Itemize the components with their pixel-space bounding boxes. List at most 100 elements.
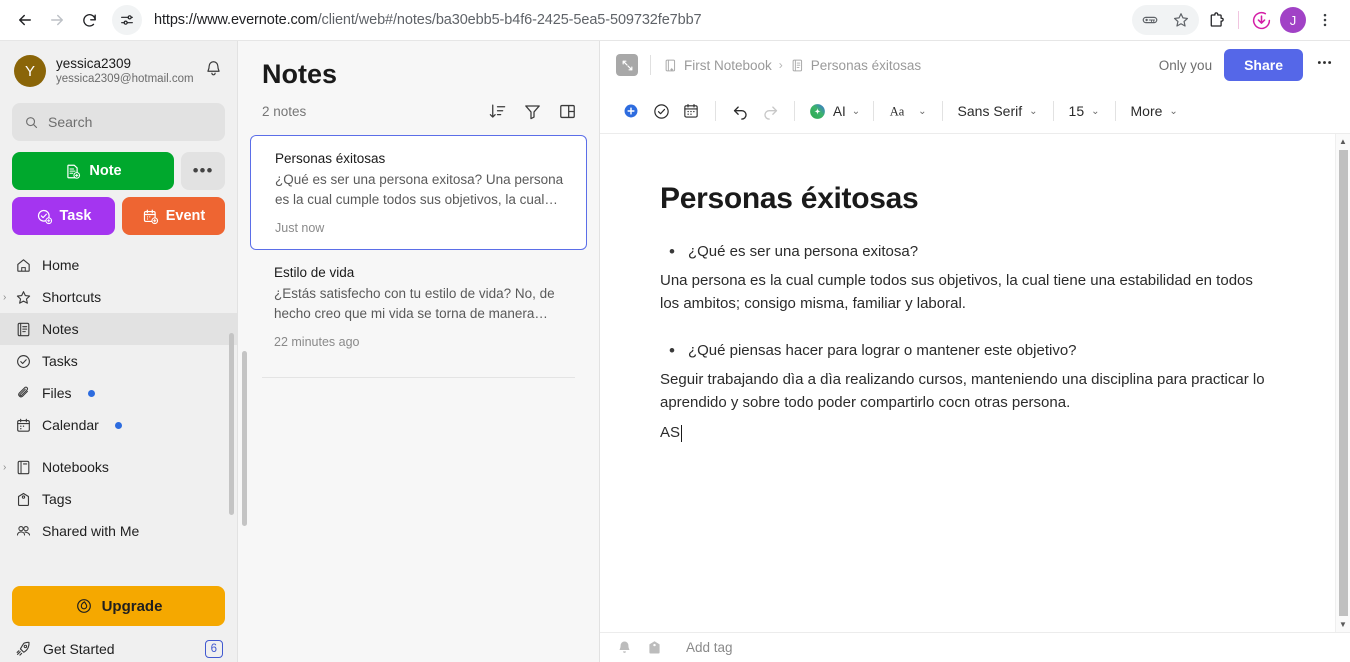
downloads-button[interactable]: [1246, 5, 1276, 35]
note-options-button[interactable]: •••: [181, 152, 225, 190]
note-paragraph[interactable]: Una persona es la cual cumple todos sus …: [660, 270, 1275, 315]
note-list-scrollbar[interactable]: [242, 351, 247, 526]
event-calendar-icon: [143, 209, 158, 224]
note-card-selected[interactable]: Personas éxitosas ¿Qué es ser una person…: [250, 135, 587, 250]
note-card-title: Personas éxitosas: [275, 151, 386, 166]
get-started-row[interactable]: Get Started 6: [12, 635, 225, 662]
back-arrow-icon: [19, 14, 31, 26]
breadcrumb-note[interactable]: Personas éxitosas: [790, 58, 921, 73]
sidebar-item-label: Shared with Me: [42, 523, 140, 539]
note-content[interactable]: Personas éxitosas • ¿Qué es ser una pers…: [600, 134, 1335, 632]
share-button[interactable]: Share: [1224, 49, 1303, 81]
note-card-excerpt: ¿Estás satisfecho con tu estilo de vida?…: [274, 286, 555, 321]
more-formatting-button[interactable]: More ⌄: [1125, 96, 1184, 126]
bookmark-button[interactable]: [1166, 5, 1196, 35]
share-label: Share: [1244, 57, 1283, 73]
site-settings-icon: [121, 15, 133, 25]
scroll-down-arrow-icon[interactable]: ▼: [1339, 617, 1347, 632]
new-event-button[interactable]: Event: [122, 197, 225, 235]
note-bullet-text: ¿Qué es ser una persona exitosa?: [687, 243, 919, 260]
note-editor: First Notebook › Personas éxitosas Only …: [600, 41, 1350, 662]
editor-header: First Notebook › Personas éxitosas Only …: [600, 41, 1350, 89]
sidebar-item-label: Tags: [42, 491, 72, 507]
get-started-badge: 6: [204, 639, 223, 658]
sidebar-item-shared-with-me[interactable]: Shared with Me: [0, 515, 237, 547]
note-bullet[interactable]: • ¿Qué piensas hacer para lograr o mante…: [660, 341, 1275, 361]
check-circle-icon: [653, 103, 669, 119]
font-family-select[interactable]: Sans Serif ⌄: [952, 96, 1044, 126]
insert-event-button[interactable]: [676, 96, 706, 126]
note-plus-icon: [67, 164, 81, 179]
toolbar-divider: [1114, 101, 1116, 121]
redo-button[interactable]: [755, 96, 785, 126]
ai-button[interactable]: AI ⌄: [804, 102, 864, 121]
text-format-button[interactable]: Aa ⌄: [883, 96, 932, 126]
new-note-button[interactable]: Note: [12, 152, 174, 190]
add-tag-input[interactable]: Add tag: [686, 640, 733, 655]
note-paragraph[interactable]: Seguir trabajando dìa a dìa realizando c…: [660, 369, 1275, 414]
notifications-button[interactable]: [202, 57, 225, 85]
site-settings-button[interactable]: [112, 5, 142, 35]
calendar-icon: [14, 417, 32, 434]
sidebar-item-notes[interactable]: Notes: [0, 313, 237, 345]
sidebar-item-calendar[interactable]: Calendar: [0, 409, 237, 441]
view-layout-button[interactable]: [558, 102, 577, 121]
sidebar-item-tasks[interactable]: Tasks: [0, 345, 237, 377]
chevron-right-icon[interactable]: ›: [3, 462, 6, 473]
note-title[interactable]: Personas éxitosas: [660, 182, 1275, 216]
note-options-button[interactable]: [1315, 53, 1334, 77]
toolbar-divider: [794, 101, 795, 121]
back-button[interactable]: [10, 5, 40, 35]
new-note-label: Note: [89, 163, 122, 179]
editor-scrollbar[interactable]: ▲ ▼: [1335, 134, 1350, 632]
browser-menu-button[interactable]: [1310, 5, 1340, 35]
quick-create-row: Task Event: [12, 197, 225, 235]
expand-note-icon: [622, 60, 632, 70]
reload-icon: [82, 13, 96, 27]
insert-button[interactable]: [616, 96, 646, 126]
sidebar-item-shortcuts[interactable]: › Shortcuts: [0, 281, 237, 313]
expand-note-button[interactable]: [616, 54, 638, 76]
password-manager-button[interactable]: [1135, 5, 1165, 35]
sidebar-item-tags[interactable]: Tags: [0, 483, 237, 515]
breadcrumb-notebook[interactable]: First Notebook: [663, 58, 772, 73]
forward-button[interactable]: [42, 5, 72, 35]
sidebar-scrollbar[interactable]: [229, 333, 234, 515]
note-bullet[interactable]: • ¿Qué es ser una persona exitosa?: [660, 242, 1275, 262]
sidebar-item-files[interactable]: Files: [0, 377, 237, 409]
scroll-up-arrow-icon[interactable]: ▲: [1339, 134, 1347, 149]
sort-button[interactable]: [488, 102, 507, 121]
sidebar-item-notebooks[interactable]: › Notebooks: [0, 451, 237, 483]
new-task-button[interactable]: Task: [12, 197, 115, 235]
chevron-down-icon: ⌄: [1091, 105, 1100, 117]
chevron-down-icon: ⌄: [918, 105, 927, 117]
chevron-right-icon[interactable]: ›: [3, 292, 6, 303]
filter-funnel-icon: [525, 105, 540, 120]
reload-button[interactable]: [74, 5, 104, 35]
toolbar-divider: [1052, 101, 1054, 121]
search-icon: [26, 116, 38, 128]
undo-button[interactable]: [725, 96, 755, 126]
address-bar[interactable]: https://www.evernote.com/client/web#/not…: [148, 5, 1130, 35]
upgrade-label: Upgrade: [101, 597, 163, 615]
bell-filled-icon[interactable]: [616, 639, 633, 656]
filter-button[interactable]: [523, 102, 542, 121]
font-size-select[interactable]: 15 ⌄: [1063, 96, 1106, 126]
insert-task-button[interactable]: [646, 96, 676, 126]
upgrade-button[interactable]: Upgrade: [12, 586, 225, 626]
sidebar-item-home[interactable]: Home: [0, 249, 237, 281]
editor-toolbar: AI ⌄ Aa ⌄ Sans Serif ⌄ 15 ⌄ More ⌄: [600, 89, 1350, 134]
search-input[interactable]: Search: [12, 103, 225, 141]
profile-button[interactable]: J: [1278, 5, 1308, 35]
note-active-line[interactable]: AS: [660, 422, 1275, 445]
account-row[interactable]: Y yessica2309 yessica2309@hotmail.com: [0, 41, 237, 97]
share-status: Only you: [1158, 57, 1213, 73]
account-name: yessica2309: [56, 55, 132, 71]
scrollbar-thumb[interactable]: [1338, 150, 1348, 616]
extensions-button[interactable]: [1201, 5, 1231, 35]
note-card[interactable]: Estilo de vida ¿Estás satisfecho con tu …: [250, 250, 587, 363]
tag-filled-icon[interactable]: [646, 639, 663, 656]
text-cursor: [681, 424, 683, 442]
notebook-icon: [14, 459, 32, 476]
sidebar-nav: Home › Shortcuts Notes Tasks Files Calen…: [0, 249, 237, 586]
